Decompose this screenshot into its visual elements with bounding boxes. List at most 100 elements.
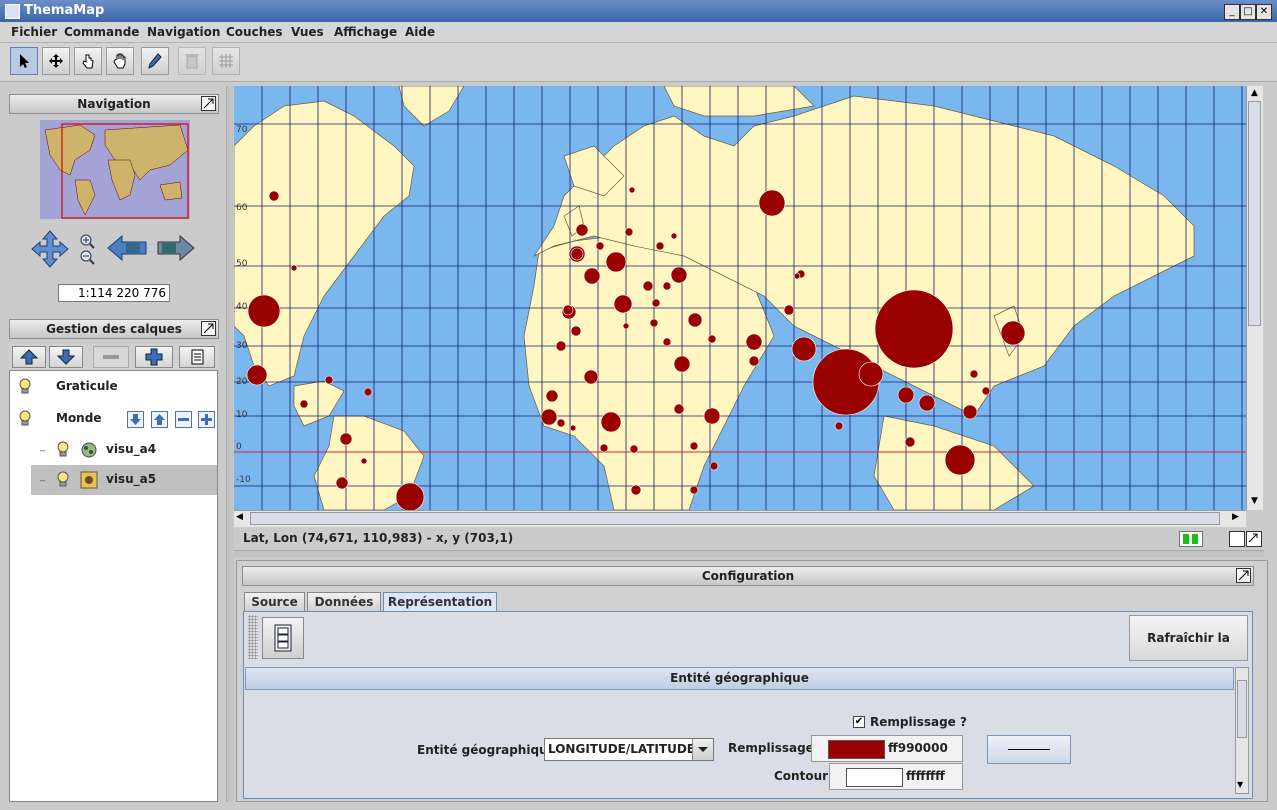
- maximize-icon[interactable]: [1246, 531, 1262, 547]
- contour-color-value: ffffffff: [906, 769, 945, 783]
- vertical-scroll-thumb[interactable]: [1248, 101, 1261, 326]
- tab-source[interactable]: Source: [244, 592, 305, 611]
- navigation-maximize-button[interactable]: [201, 96, 216, 111]
- monde-up-button[interactable]: [151, 411, 168, 428]
- tab-representation[interactable]: Représentation: [383, 592, 497, 611]
- maximize-icon: [203, 98, 214, 109]
- overview-minimap[interactable]: [40, 120, 190, 219]
- toolbar-grip: [248, 615, 258, 659]
- layer-add-button[interactable]: [135, 346, 173, 368]
- map-horizontal-scrollbar[interactable]: ◀ ▶: [234, 510, 1246, 527]
- window-title: ThemaMap: [24, 3, 105, 18]
- pan-arrows-icon[interactable]: [31, 230, 69, 268]
- monde-remove-button[interactable]: [175, 411, 192, 428]
- horizontal-splitter[interactable]: [234, 550, 1264, 557]
- scroll-right-icon[interactable]: ▶: [1232, 512, 1239, 522]
- plus-icon: [145, 348, 163, 366]
- back-arrow-icon[interactable]: [106, 234, 148, 262]
- lightbulb-icon[interactable]: [18, 410, 32, 426]
- monde-add-button[interactable]: [198, 411, 215, 428]
- configuration-maximize-button[interactable]: [1236, 568, 1251, 583]
- status-bar: Lat, Lon (74,671, 110,983) - x, y (703,1…: [234, 527, 1264, 549]
- grid-button[interactable]: [212, 47, 240, 75]
- scroll-down-icon[interactable]: ▼: [1249, 496, 1260, 506]
- menu-bar: Fichier Commande Navigation Couches Vues…: [0, 22, 1277, 43]
- restore-icon[interactable]: [1229, 531, 1245, 547]
- lat-label: 10: [236, 410, 248, 420]
- arrow-up-icon: [154, 414, 165, 425]
- maximize-icon[interactable]: □: [1240, 4, 1256, 20]
- pan-hand-icon: [113, 53, 126, 69]
- lightbulb-icon[interactable]: [18, 378, 32, 394]
- section-header: Entité géographique: [245, 667, 1234, 690]
- line-style-button[interactable]: [987, 735, 1071, 764]
- grid-icon: [219, 54, 233, 68]
- grab-hand-icon: [82, 54, 94, 69]
- lat-label: 30: [236, 341, 248, 351]
- config-vertical-scrollbar[interactable]: ▼: [1235, 667, 1249, 794]
- pencil-button[interactable]: [141, 47, 169, 75]
- refresh-map-button[interactable]: Rafraîchir la carte: [1129, 615, 1248, 689]
- menu-fichier[interactable]: Fichier: [11, 25, 57, 39]
- layer-row-visu-a4[interactable]: _ visu_a4: [10, 435, 217, 465]
- layer-list: Graticule Monde _ visu_a4 _ visu_a5: [9, 370, 218, 802]
- zoom-buttons-icon[interactable]: [78, 232, 96, 266]
- menu-vues[interactable]: Vues: [291, 25, 324, 39]
- trash-button[interactable]: [178, 47, 206, 75]
- minus-icon: [178, 418, 189, 421]
- forward-arrow-icon[interactable]: [156, 234, 196, 262]
- grab-hand-button[interactable]: [74, 47, 102, 75]
- layers-title: Gestion des calques: [46, 322, 182, 336]
- contour-color-button[interactable]: ffffffff: [829, 763, 963, 790]
- lightbulb-icon[interactable]: [56, 471, 70, 487]
- map-vertical-scrollbar[interactable]: ▲ ▼: [1246, 86, 1263, 510]
- film-strip-button[interactable]: [262, 617, 304, 659]
- layer-row-visu-a5[interactable]: _ visu_a5: [31, 465, 217, 495]
- scroll-up-icon[interactable]: ▲: [1249, 88, 1260, 98]
- menu-commande[interactable]: Commande: [64, 25, 139, 39]
- scroll-left-icon[interactable]: ◀: [236, 512, 243, 522]
- entity-label: Entité géographique: [417, 743, 556, 757]
- configuration-title-bar: Configuration: [242, 566, 1254, 586]
- select-arrow-button[interactable]: [10, 47, 38, 75]
- layer-remove-button[interactable]: [93, 346, 129, 368]
- fill-checkbox[interactable]: ✔: [853, 716, 865, 728]
- monde-down-button[interactable]: [127, 411, 144, 428]
- entity-select-value: LONGITUDE/LATITUDE: [548, 742, 695, 756]
- scale-field[interactable]: 1:114 220 776: [58, 284, 170, 302]
- scroll-down-icon[interactable]: ▼: [1237, 780, 1243, 789]
- minus-icon: [103, 355, 119, 359]
- arrow-up-icon: [19, 349, 39, 365]
- close-icon[interactable]: ✕: [1256, 4, 1272, 20]
- layer-up-button[interactable]: [12, 346, 46, 368]
- layer-properties-button[interactable]: [179, 346, 215, 368]
- lightbulb-icon[interactable]: [56, 441, 70, 457]
- pan-hand-button[interactable]: [106, 47, 134, 75]
- layer-row-graticule[interactable]: Graticule: [10, 372, 217, 402]
- horizontal-scroll-thumb[interactable]: [250, 512, 1220, 525]
- arrow-down-icon: [130, 414, 141, 425]
- chevron-down-icon[interactable]: [692, 739, 713, 760]
- menu-affichage[interactable]: Affichage: [334, 25, 397, 39]
- representation-tab-body: [243, 611, 1253, 799]
- navigation-panel-title: Navigation: [9, 94, 219, 114]
- layers-maximize-button[interactable]: [201, 321, 216, 336]
- select-arrow-icon: [20, 54, 29, 68]
- entity-select[interactable]: LONGITUDE/LATITUDE: [544, 738, 714, 761]
- config-scroll-thumb[interactable]: [1237, 680, 1247, 738]
- vertical-splitter[interactable]: [226, 86, 233, 802]
- layer-row-monde[interactable]: Monde: [10, 404, 217, 434]
- contour-label: Contour: [774, 769, 829, 783]
- tab-donnees[interactable]: Données: [307, 592, 381, 611]
- menu-couches[interactable]: Couches: [226, 25, 283, 39]
- map-canvas[interactable]: 70 60 50 40 30 20 10 0 -10: [234, 86, 1246, 510]
- lat-label: 50: [236, 259, 248, 269]
- fill-color-button[interactable]: ff990000: [811, 735, 963, 762]
- arrow-down-icon: [56, 349, 76, 365]
- layer-down-button[interactable]: [49, 346, 83, 368]
- menu-aide[interactable]: Aide: [405, 25, 435, 39]
- layer-label: Monde: [56, 411, 102, 425]
- move-cross-button[interactable]: [42, 47, 70, 75]
- menu-navigation[interactable]: Navigation: [147, 25, 220, 39]
- minimize-icon[interactable]: _: [1224, 4, 1240, 20]
